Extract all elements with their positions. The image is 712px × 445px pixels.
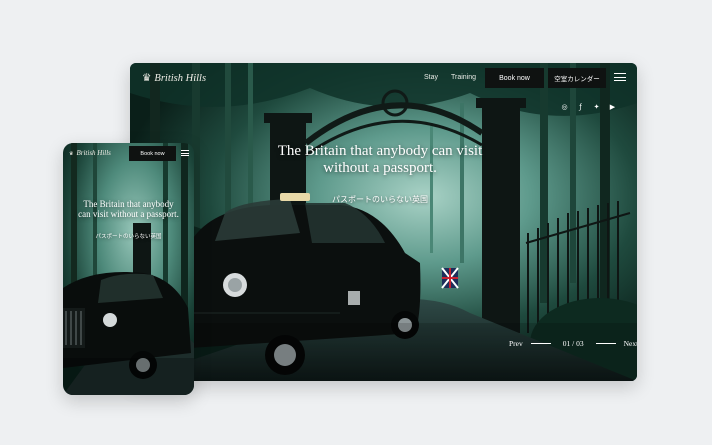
mobile-screen: ♛ British Hills Book now The Britain that… xyxy=(63,143,194,395)
site-logo[interactable]: ♛ British Hills xyxy=(142,72,206,84)
mobile-hero-title: The Britain that anybody can visit witho… xyxy=(78,199,179,220)
nav-link-stay[interactable]: Stay xyxy=(424,74,438,81)
youtube-icon[interactable]: ▶ xyxy=(608,102,617,111)
mobile-hero-photo xyxy=(63,143,194,395)
slider-divider xyxy=(595,343,616,344)
book-now-button[interactable]: Book now xyxy=(485,68,544,88)
twitter-icon[interactable]: ✦ xyxy=(592,102,601,111)
slider-divider xyxy=(530,343,551,344)
social-links: ◎ ƒ ✦ ▶ xyxy=(560,102,617,111)
hero-title: The Britain that anybody can visit witho… xyxy=(277,143,483,176)
crest-icon: ♛ xyxy=(142,72,152,84)
slider-controls: Prev 01 / 03 Next xyxy=(509,339,637,348)
instagram-icon[interactable]: ◎ xyxy=(560,102,569,111)
crest-icon: ♛ xyxy=(69,151,74,157)
slider-prev-button[interactable]: Prev xyxy=(509,339,523,348)
desktop-screen: ♛ British Hills Stay Training Book now 空室… xyxy=(130,63,637,381)
mobile-book-now-button[interactable]: Book now xyxy=(129,146,176,161)
mobile-menu-hamburger-icon[interactable] xyxy=(181,150,189,156)
nav-link-training[interactable]: Training xyxy=(451,74,476,81)
mobile-hero-subtitle: パスポートのいらない英国 xyxy=(95,234,162,240)
slider-next-button[interactable]: Next xyxy=(624,339,637,348)
menu-hamburger-icon[interactable] xyxy=(614,73,626,81)
availability-calendar-button[interactable]: 空室カレンダー xyxy=(548,68,606,88)
slider-counter: 01 / 03 xyxy=(562,339,584,348)
mobile-site-logo[interactable]: ♛ British Hills xyxy=(69,149,111,157)
hero-subtitle: パスポートのいらない英国 xyxy=(332,195,428,204)
facebook-icon[interactable]: ƒ xyxy=(576,102,585,111)
